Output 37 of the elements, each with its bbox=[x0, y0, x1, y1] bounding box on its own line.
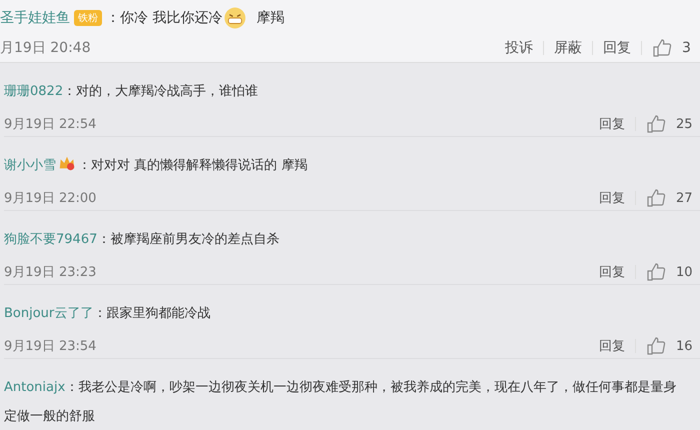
user-name[interactable]: 谢小小雪 bbox=[4, 158, 56, 173]
grin-emoji-icon bbox=[224, 7, 246, 29]
like-count: 16 bbox=[676, 338, 694, 354]
action-link[interactable]: 屏蔽 bbox=[554, 39, 582, 57]
like-count: 27 bbox=[676, 190, 694, 206]
action-link[interactable]: 投诉 bbox=[505, 39, 533, 57]
thumbs-up-icon[interactable] bbox=[646, 188, 666, 208]
timestamp: 9月19日 22:00 bbox=[4, 190, 96, 207]
user-name[interactable]: 狗脸不要79467 bbox=[4, 232, 98, 247]
reply-text: 珊珊0822：对的，大摩羯冷战高手，谁怕谁 bbox=[4, 83, 260, 101]
thumbs-up-icon[interactable] bbox=[646, 336, 666, 356]
timestamp: 9月19日 23:23 bbox=[4, 264, 96, 281]
comment-text: ：你冷 我比你还冷 bbox=[106, 9, 222, 27]
timestamp: 9月19日 22:54 bbox=[4, 116, 96, 133]
comment-text: 摩羯 bbox=[256, 9, 284, 27]
timestamp: 月19日 20:48 bbox=[0, 39, 91, 57]
user-name[interactable]: Bonjour云了了 bbox=[4, 306, 94, 321]
reply-text: Bonjour云了了：跟家里狗都能冷战 bbox=[4, 305, 212, 323]
reply-text: Antoniajx：我老公是冷啊，吵架一边彻夜关机一边彻夜难受那种，被我养成的完美，现在八年了，做任何事都是量身定做一般的舒服 bbox=[4, 379, 678, 426]
reply-text: 谢小小雪 ：对对对 真的懒得解释懒得说话的 摩羯 bbox=[4, 151, 322, 180]
reply-link[interactable]: 回复 bbox=[599, 337, 625, 355]
thumbs-up-icon[interactable] bbox=[652, 38, 672, 58]
thumbs-up-icon[interactable] bbox=[646, 262, 666, 282]
like-count: 3 bbox=[682, 40, 692, 56]
reply-link[interactable]: 回复 bbox=[599, 189, 625, 207]
user-name[interactable]: Antoniajx bbox=[4, 380, 66, 395]
user-name[interactable]: 圣手娃娃鱼 bbox=[0, 9, 70, 27]
action-link[interactable]: 回复 bbox=[603, 39, 631, 57]
reply-text: 狗脸不要79467：被摩羯座前男友冷的差点自杀 bbox=[4, 231, 280, 249]
like-count: 10 bbox=[676, 264, 694, 280]
reply-link[interactable]: 回复 bbox=[599, 115, 625, 133]
like-count: 25 bbox=[676, 116, 694, 132]
user-name[interactable]: 珊珊0822 bbox=[4, 84, 64, 99]
fan-badge: 铁粉 bbox=[74, 10, 102, 26]
reply-link[interactable]: 回复 bbox=[599, 263, 625, 281]
timestamp: 9月19日 23:54 bbox=[4, 338, 96, 355]
thumbs-up-icon[interactable] bbox=[646, 114, 666, 134]
